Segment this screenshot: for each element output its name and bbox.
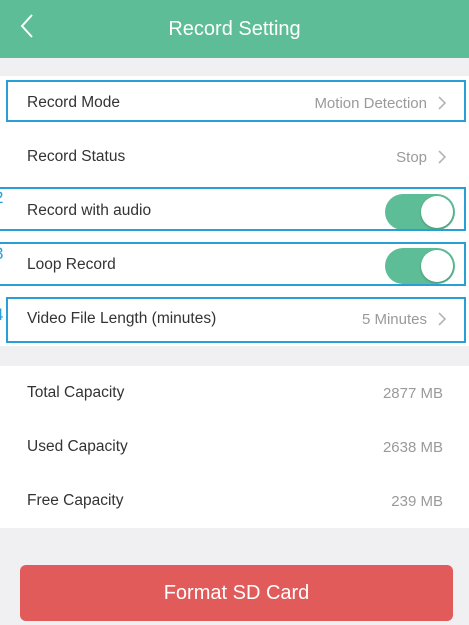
loop-record-label: Loop Record [27, 256, 116, 273]
chevron-right-icon [438, 150, 447, 164]
free-capacity-value: 239 MB [391, 492, 443, 510]
loop-record-row: Loop Record [0, 238, 469, 292]
record-audio-toggle[interactable] [385, 194, 455, 230]
total-capacity-label: Total Capacity [27, 384, 125, 401]
page-title: Record Setting [168, 18, 301, 40]
annotation-number: 3 [0, 244, 3, 264]
format-sd-card-button[interactable]: Format SD Card [20, 565, 453, 621]
annotation-number: 4 [0, 305, 3, 325]
record-mode-value: Motion Detection [314, 94, 427, 112]
used-capacity-row: Used Capacity 2638 MB [0, 420, 469, 474]
used-capacity-label: Used Capacity [27, 438, 128, 455]
record-status-label: Record Status [27, 148, 126, 165]
record-mode-row[interactable]: Record Mode Motion Detection [0, 76, 469, 130]
total-capacity-value: 2877 MB [382, 384, 443, 402]
free-capacity-label: Free Capacity [27, 492, 124, 509]
loop-record-toggle[interactable] [385, 248, 455, 284]
video-length-row[interactable]: Video File Length (minutes) 5 Minutes [0, 292, 469, 346]
video-length-label: Video File Length (minutes) [27, 310, 217, 327]
record-settings-group: Record Mode Motion Detection Record Stat… [0, 76, 469, 346]
record-audio-row: Record with audio [0, 184, 469, 238]
free-capacity-row: Free Capacity 239 MB [0, 474, 469, 528]
capacity-group: Total Capacity 2877 MB Used Capacity 263… [0, 366, 469, 528]
navigation-bar: Record Setting [0, 0, 469, 58]
annotation-number: 2 [0, 188, 3, 208]
video-length-value: 5 Minutes [361, 310, 427, 328]
record-status-value: Stop [396, 148, 427, 166]
toggle-knob [421, 196, 453, 228]
toggle-knob [421, 250, 453, 282]
chevron-right-icon [438, 96, 447, 110]
total-capacity-row: Total Capacity 2877 MB [0, 366, 469, 420]
record-mode-label: Record Mode [27, 94, 121, 111]
used-capacity-value: 2638 MB [382, 438, 443, 456]
record-audio-label: Record with audio [27, 202, 152, 219]
chevron-right-icon [438, 312, 447, 326]
record-status-row[interactable]: Record Status Stop [0, 130, 469, 184]
